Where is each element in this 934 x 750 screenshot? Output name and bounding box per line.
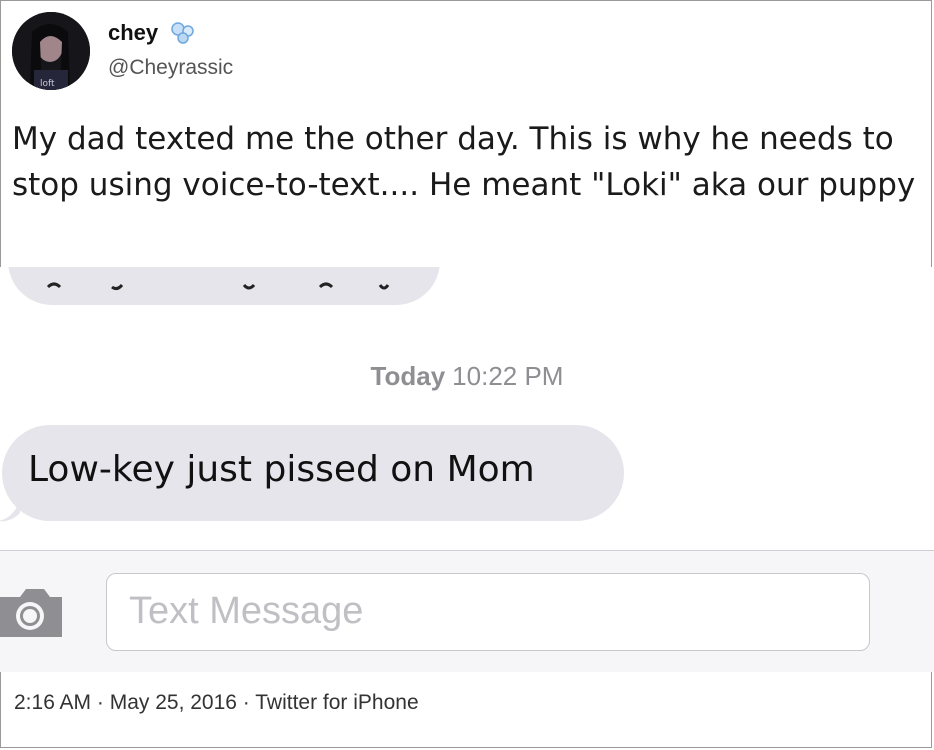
message-input[interactable]: Text Message — [106, 573, 870, 651]
verified-badge-icon — [169, 21, 199, 45]
svg-text:loft: loft — [40, 79, 55, 89]
message-input-placeholder: Text Message — [129, 590, 364, 632]
timestamp-time: 10:22 PM — [452, 361, 564, 391]
previous-message-cropped-text — [46, 282, 390, 291]
received-message-bubble[interactable]: Low-key just pissed on Mom — [2, 425, 624, 521]
tweet-meta: 2:16 AM · May 25, 2016 · Twitter for iPh… — [14, 691, 419, 714]
display-name[interactable]: chey — [108, 20, 158, 46]
tweet-text: My dad texted me the other day. This is … — [12, 121, 916, 203]
user-handle[interactable]: @Cheyrassic — [108, 56, 233, 80]
user-block: chey — [108, 20, 199, 46]
avatar[interactable]: loft — [12, 12, 90, 90]
message-timestamp: Today 10:22 PM — [0, 361, 934, 392]
tweet-header: loft chey @Cheyrassic — [12, 12, 812, 92]
previous-message-bubble — [8, 267, 440, 305]
received-message-text: Low-key just pissed on Mom — [28, 449, 535, 490]
messages-screenshot: Today 10:22 PM Low-key just pissed on Mom… — [0, 267, 934, 672]
timestamp-day: Today — [370, 361, 446, 391]
compose-bar: Text Message — [0, 550, 934, 672]
camera-icon[interactable] — [0, 585, 62, 641]
bubble-tail — [0, 501, 20, 522]
